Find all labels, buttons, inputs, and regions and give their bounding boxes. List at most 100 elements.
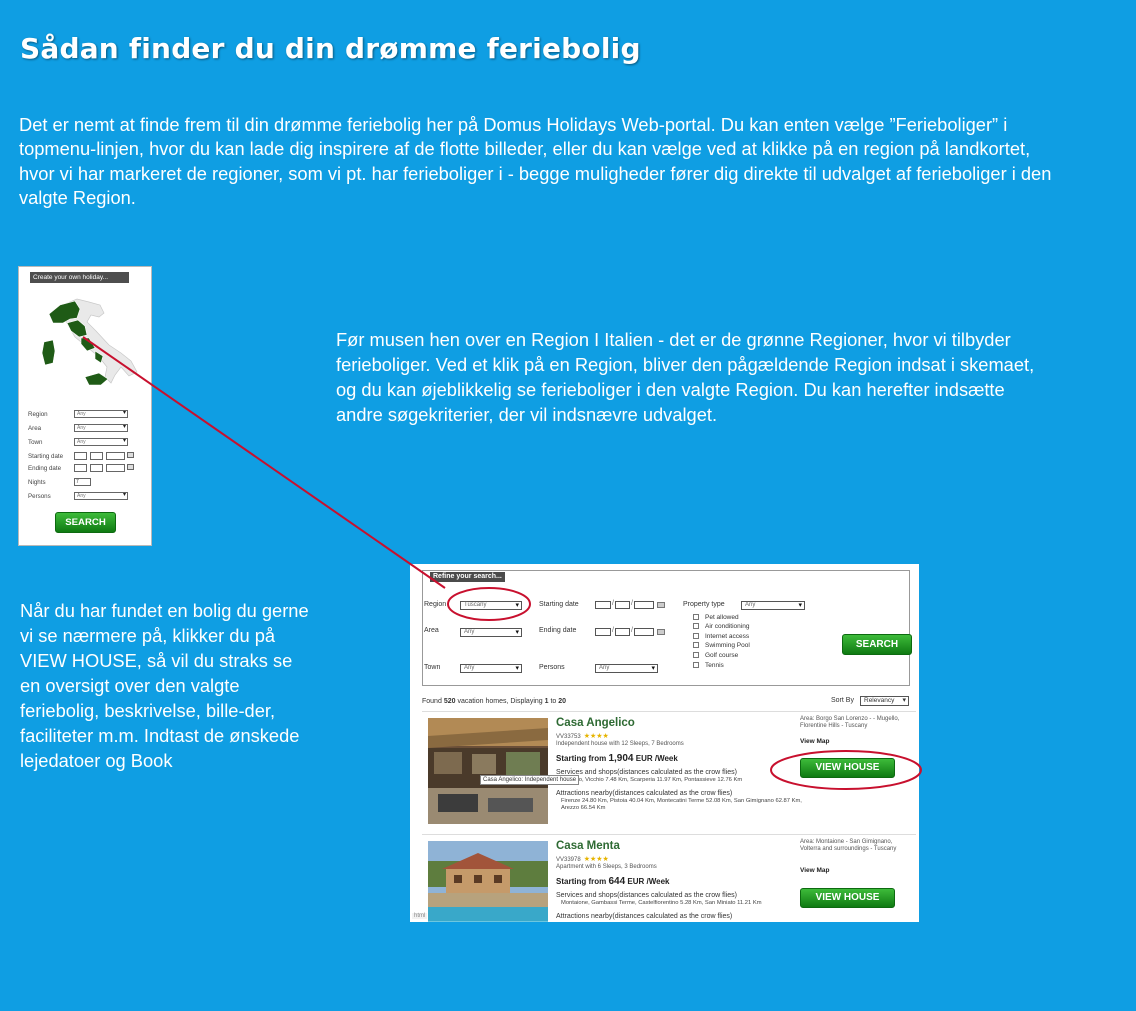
starting-date-label: Starting date <box>539 601 579 608</box>
widget-search-button[interactable]: SEARCH <box>55 512 116 533</box>
region-sicily[interactable] <box>84 372 109 386</box>
star-rating-icon: ★★★★ <box>583 856 609 863</box>
listing-price: Starting from 644 EUR /Week <box>556 876 670 887</box>
start-day-input[interactable] <box>595 601 611 609</box>
refine-search-button[interactable]: SEARCH <box>842 634 912 655</box>
checkbox-icon <box>693 633 699 639</box>
view-house-button[interactable]: VIEW HOUSE <box>800 758 895 778</box>
area-select[interactable]: Any <box>460 628 522 637</box>
listing-price: Starting from 1,904 EUR /Week <box>556 753 678 764</box>
town-label: Town <box>424 664 441 671</box>
end-day-input[interactable] <box>595 628 611 636</box>
amenity-internet-access[interactable]: Internet access <box>693 633 749 641</box>
checkbox-icon <box>693 642 699 648</box>
area-label: Area <box>424 627 439 634</box>
starting-date-label: Starting date <box>28 453 64 460</box>
sort-select[interactable]: Relevancy <box>860 696 909 706</box>
refine-search-panel: Refine your search... Region Tuscany Are… <box>422 570 912 686</box>
checkbox-icon <box>693 662 699 668</box>
widget-area-row: Area Any <box>28 424 146 434</box>
view-map-link[interactable]: View Map <box>800 867 830 874</box>
attractions-list: Firenze 24.80 Km, Pistoia 40.04 Km, Mont… <box>561 798 802 811</box>
calendar-icon[interactable] <box>127 464 134 470</box>
listing-card: Casa Menta VV33978 ★★★★ Apartment with 6 … <box>422 834 916 922</box>
listing-code: VV33753 ★★★★ <box>556 733 609 740</box>
listing-tooltip: Casa Angelico: Independent house <box>480 775 580 785</box>
widget-region-row: Region Any <box>28 410 146 420</box>
page-title: Sådan finder du din drømme feriebolig <box>20 32 641 65</box>
town-select[interactable]: Any <box>460 664 522 673</box>
listing-area: Area: Montaione - San Gimignano, Volterr… <box>800 839 897 852</box>
calendar-icon[interactable] <box>127 452 134 458</box>
ending-date-label: Ending date <box>28 465 62 472</box>
start-day-input[interactable] <box>74 452 87 460</box>
town-label: Town <box>28 439 43 446</box>
area-select[interactable]: Any <box>74 424 128 432</box>
house-photo[interactable] <box>428 718 548 824</box>
widget-nights-row: Nights 7 <box>28 478 146 488</box>
widget-starting-date-row: Starting date <box>28 452 146 462</box>
listing-description: Apartment with 6 Sleeps, 3 Bedrooms <box>556 864 657 870</box>
search-results-screenshot: Refine your search... Region Tuscany Are… <box>410 564 919 922</box>
start-month-input[interactable] <box>615 601 630 609</box>
listing-area: Area: Borgo San Lorenzo - - Mugello, Flo… <box>800 716 900 729</box>
calendar-icon[interactable] <box>657 629 665 635</box>
amenity-golf-course[interactable]: Golf course <box>693 652 738 660</box>
end-day-input[interactable] <box>74 464 87 472</box>
amenity-swimming-pool[interactable]: Swimming Pool <box>693 642 750 650</box>
listing-description: Independent house with 12 Sleeps, 7 Bedr… <box>556 741 684 747</box>
widget-town-row: Town Any <box>28 438 146 448</box>
end-year-input[interactable] <box>106 464 125 472</box>
start-year-input[interactable] <box>634 601 654 609</box>
results-count: Found 520 vacation homes, Displaying 1 t… <box>422 698 567 705</box>
start-month-input[interactable] <box>90 452 103 460</box>
services-heading: Services and shops(distances calculated … <box>556 892 737 899</box>
checkbox-icon <box>693 652 699 658</box>
widget-heading: Create your own holiday... <box>30 272 129 283</box>
listing-title[interactable]: Casa Menta <box>556 840 620 852</box>
property-type-select[interactable]: Any <box>741 601 805 610</box>
holiday-search-widget: Create your own holiday... Region Any Ar… <box>18 266 152 546</box>
end-month-input[interactable] <box>615 628 630 636</box>
persons-label: Persons <box>28 493 51 500</box>
amenity-tennis[interactable]: Tennis <box>693 662 724 670</box>
end-month-input[interactable] <box>90 464 103 472</box>
listing-code: VV33978 ★★★★ <box>556 856 609 863</box>
view-house-button[interactable]: VIEW HOUSE <box>800 888 895 908</box>
property-type-label: Property type <box>683 601 725 608</box>
checkbox-icon <box>693 614 699 620</box>
intro-text: Det er nemt at finde frem til din drømme… <box>19 114 1052 209</box>
star-rating-icon: ★★★★ <box>583 733 609 740</box>
persons-select[interactable]: Any <box>595 664 658 673</box>
region-select[interactable]: Any <box>74 410 128 418</box>
ending-date-label: Ending date <box>539 627 577 634</box>
calendar-icon[interactable] <box>657 602 665 608</box>
house-photo[interactable] <box>428 841 548 922</box>
persons-select[interactable]: Any <box>74 492 128 500</box>
attractions-heading: Attractions nearby(distances calculated … <box>556 913 733 920</box>
services-list: Montaione, Gambassi Terme, Castelfiorent… <box>561 900 762 906</box>
italy-region-map[interactable] <box>29 293 144 393</box>
nights-label: Nights <box>28 479 46 486</box>
listing-card: Casa Angelico VV33753 ★★★★ Independent ho… <box>422 711 916 829</box>
view-map-link[interactable]: View Map <box>800 738 830 745</box>
widget-ending-date-row: Ending date <box>28 464 146 474</box>
town-select[interactable]: Any <box>74 438 128 446</box>
map-description: Før musen hen over en Region I Italien -… <box>336 329 1035 425</box>
listing-title[interactable]: Casa Angelico <box>556 717 635 729</box>
end-year-input[interactable] <box>634 628 654 636</box>
checkbox-icon <box>693 623 699 629</box>
start-year-input[interactable] <box>106 452 125 460</box>
result-description: Når du har fundet en bolig du gerne vi s… <box>20 600 309 771</box>
amenity-air-conditioning[interactable]: Air conditioning <box>693 623 749 631</box>
widget-persons-row: Persons Any <box>28 492 146 502</box>
persons-label: Persons <box>539 664 565 671</box>
region-label: Region <box>424 601 447 608</box>
region-select[interactable]: Tuscany <box>460 601 522 610</box>
status-tag: html <box>412 913 428 919</box>
amenity-pet-allowed[interactable]: Pet allowed <box>693 614 739 622</box>
nights-input[interactable]: 7 <box>74 478 91 486</box>
services-heading: Services and shops(distances calculated … <box>556 769 737 776</box>
region-sardinia[interactable] <box>41 339 56 366</box>
refine-heading: Refine your search... <box>430 572 505 582</box>
